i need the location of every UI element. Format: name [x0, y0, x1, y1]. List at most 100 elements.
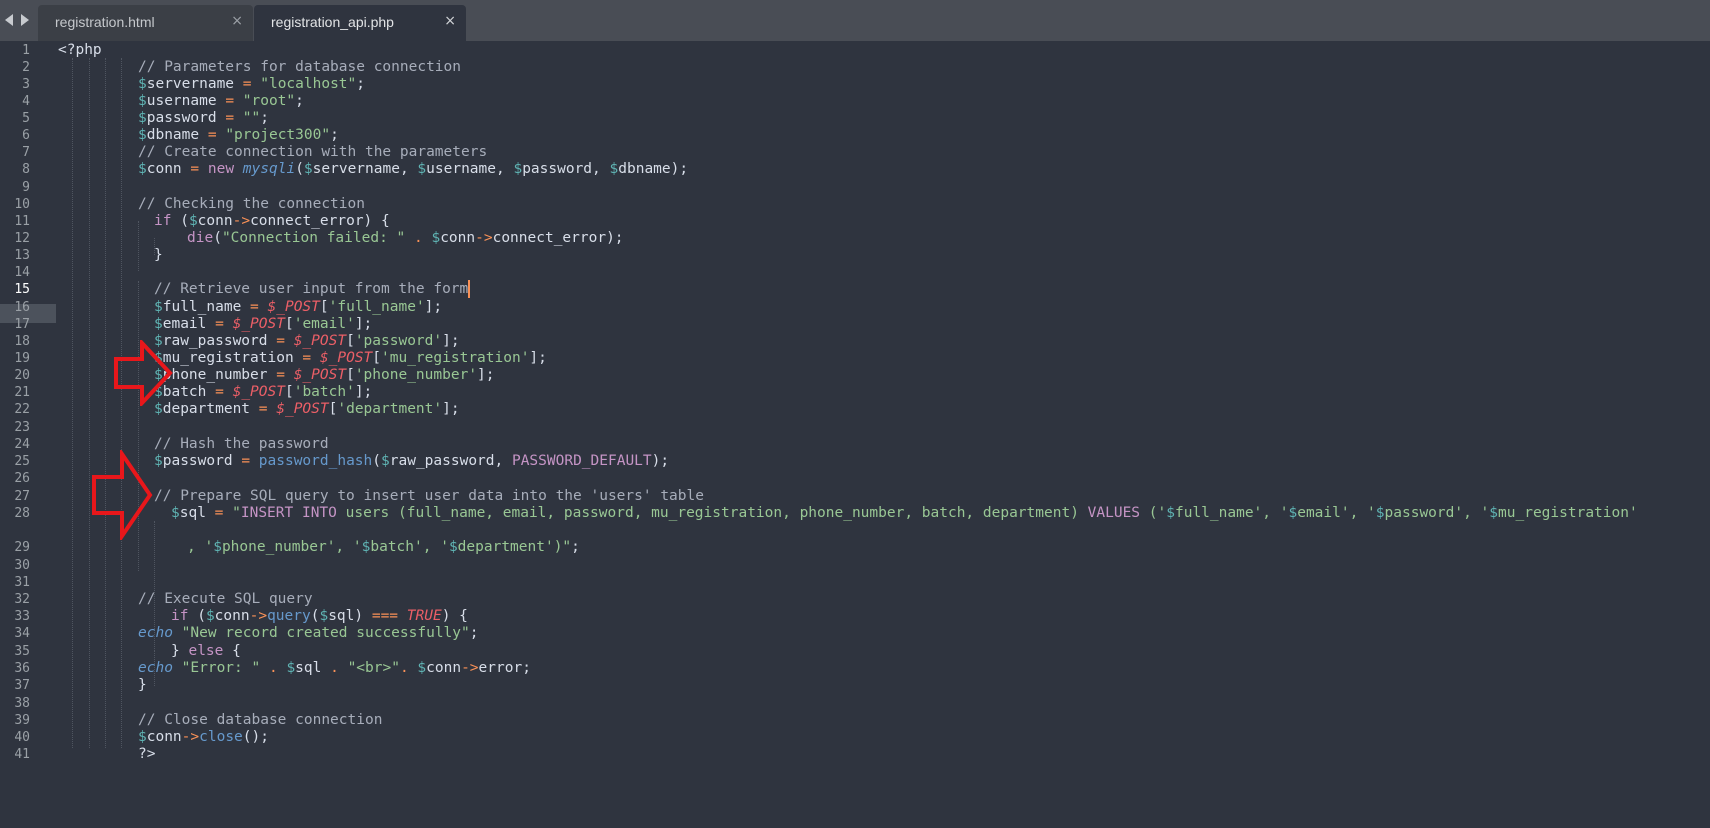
code-token: if: [171, 608, 189, 624]
code-token: }: [171, 643, 189, 659]
code-token: ?>: [138, 746, 156, 762]
code-token: $: [138, 127, 147, 143]
code-token: ];: [529, 350, 547, 366]
code-token: $: [513, 161, 523, 177]
code-token: <?php: [58, 42, 102, 58]
line-number: 13: [14, 248, 30, 263]
code-token: $: [138, 76, 147, 92]
code-token: // Execute SQL query: [138, 591, 313, 607]
code-token: connect_error) {: [250, 213, 390, 229]
text-cursor: [468, 280, 471, 298]
code-token: $_POST: [232, 316, 285, 332]
code-token: "Connection failed: ": [221, 230, 406, 246]
line-number: 23: [14, 420, 30, 435]
code-line: // Prepare SQL query to insert user data…: [154, 487, 704, 505]
code-token: (: [188, 608, 206, 624]
code-token: password: [162, 453, 242, 469]
code-token: VALUES: [1087, 505, 1141, 521]
line-number: 22: [14, 402, 30, 417]
chevron-right-icon[interactable]: [18, 12, 32, 28]
code-token: $: [286, 660, 296, 676]
code-token: conn: [146, 161, 191, 177]
code-line: }: [138, 676, 147, 694]
code-line: $mu_registration = $_POST['mu_registrati…: [154, 349, 547, 367]
code-token: =: [242, 76, 252, 92]
code-token: password,: [522, 161, 610, 177]
line-number: 14: [14, 265, 30, 280]
chevron-left-icon[interactable]: [2, 12, 16, 28]
code-token: mu_registration': [1498, 505, 1638, 521]
code-token: 'batch': [293, 384, 355, 400]
line-number: 20: [14, 368, 30, 383]
line-number: 31: [14, 575, 30, 590]
code-token: .: [399, 660, 409, 676]
code-token: ];: [424, 299, 443, 315]
code-token: // Parameters for database connection: [138, 59, 462, 75]
code-line: echo "Error: " . $sql . "<br>". $conn->e…: [138, 659, 531, 677]
code-token: =: [250, 299, 259, 315]
code-token: =: [190, 161, 200, 177]
line-number: 26: [14, 471, 30, 486]
code-token: $: [154, 316, 163, 332]
tab-bar: registration.html × registration_api.php…: [0, 0, 1710, 41]
code-token: (: [171, 213, 189, 229]
code-token: "": [242, 110, 261, 126]
line-number-gutter: 1 2 3 4 5 6 7 8 9 10 11 12 13 14 15 16 17 18 19 20 21 22 23 24 2…: [0, 41, 56, 828]
line-number: 15: [14, 282, 30, 297]
close-icon[interactable]: ×: [231, 13, 243, 29]
code-token: // Prepare SQL query to insert user data…: [154, 488, 704, 504]
code-line: $email = $_POST['email'];: [154, 315, 372, 333]
code-token: $_POST: [276, 401, 329, 417]
code-token: password_hash: [258, 453, 373, 469]
tab-registration-html[interactable]: registration.html ×: [38, 5, 253, 41]
code-line: $batch = $_POST['batch'];: [154, 383, 372, 401]
code-token: $: [138, 93, 147, 109]
code-token: =: [241, 453, 251, 469]
code-token: full_name: [162, 299, 251, 315]
code-token: ;: [469, 625, 479, 641]
code-token: ->: [249, 608, 268, 624]
line-number: 27: [14, 489, 30, 504]
code-token: echo: [138, 625, 173, 641]
code-editor[interactable]: 1 2 3 4 5 6 7 8 9 10 11 12 13 14 15 16 17 18 19 20 21 22 23 24 2…: [0, 41, 1710, 828]
code-token: $: [417, 161, 427, 177]
code-token: $: [205, 608, 215, 624]
code-token: 'mu_registration': [381, 350, 530, 366]
line-number: 25: [14, 454, 30, 469]
code-token: else: [188, 643, 224, 659]
code-token: query: [267, 608, 311, 624]
line-number: 36: [14, 661, 30, 676]
code-token: =: [225, 93, 235, 109]
code-token: $_POST: [293, 367, 347, 383]
line-number: 12: [14, 231, 30, 246]
line-number: 33: [14, 609, 30, 624]
line-number: 29: [14, 540, 30, 555]
code-token: 'phone_number': [354, 367, 478, 383]
code-token: "project300": [225, 127, 331, 143]
code-token: $: [1489, 505, 1499, 521]
line-number: 41: [14, 747, 30, 762]
code-token: [: [346, 333, 355, 349]
code-token: servername,: [312, 161, 418, 177]
code-token: $_POST: [232, 384, 285, 400]
close-icon[interactable]: ×: [444, 13, 456, 29]
code-token: PASSWORD_DEFAULT: [511, 453, 652, 469]
code-token: $: [188, 213, 198, 229]
code-token: $: [1166, 505, 1175, 521]
code-token: dbname);: [618, 161, 689, 177]
tab-registration-api-php[interactable]: registration_api.php ×: [254, 5, 466, 41]
line-number: 37: [14, 678, 30, 693]
code-token: conn: [214, 608, 250, 624]
code-token: error;: [478, 660, 531, 676]
line-number: 16: [14, 300, 30, 315]
line-number: 35: [14, 644, 30, 659]
code-line: $phone_number = $_POST['phone_number'];: [154, 366, 495, 384]
code-token: $: [1288, 505, 1298, 521]
code-token: 'full_name': [328, 299, 425, 315]
code-token: ];: [354, 384, 373, 400]
code-token: $: [1375, 505, 1385, 521]
code-line: // Close database connection: [138, 711, 382, 729]
